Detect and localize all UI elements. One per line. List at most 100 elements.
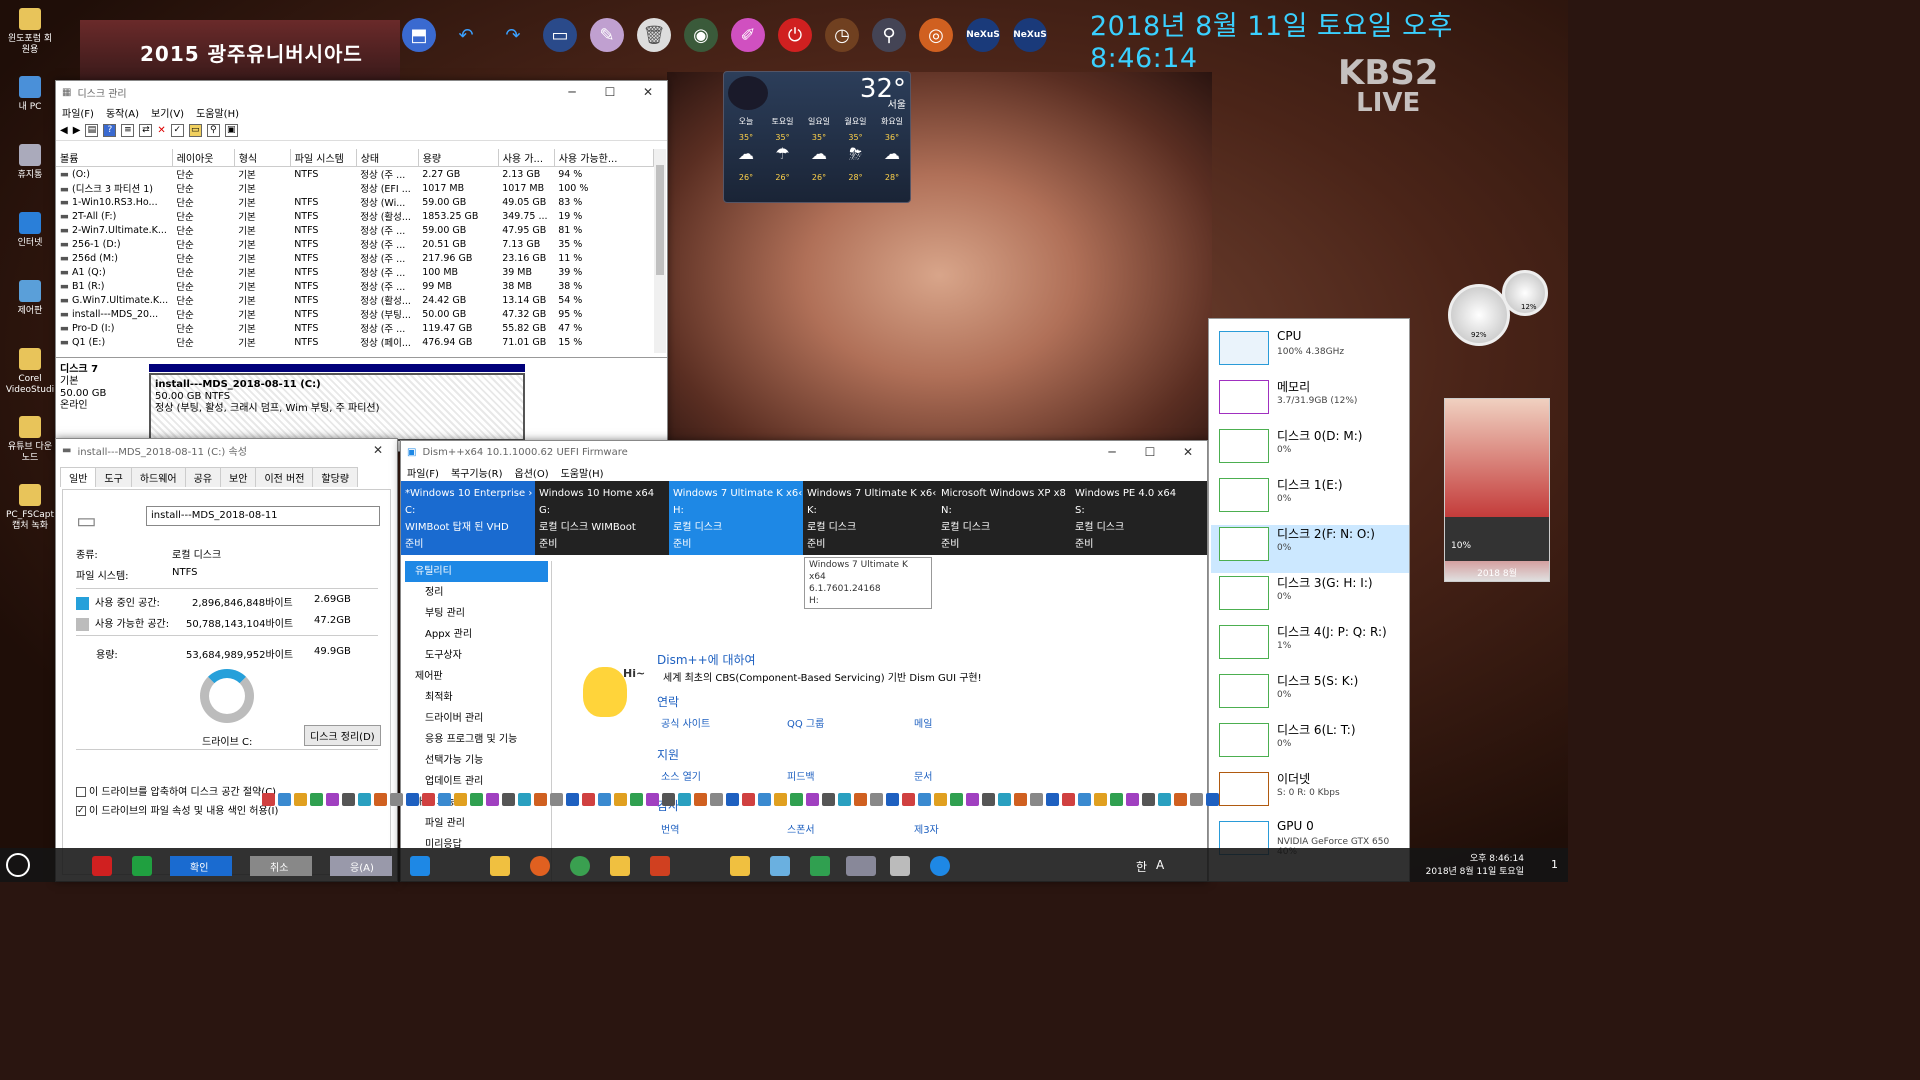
quick-launch-icon[interactable] — [982, 792, 995, 806]
quick-launch-icon[interactable] — [1062, 792, 1075, 806]
desktop-icon[interactable]: PC_FSCapt 캡처 녹화 — [4, 482, 56, 550]
volume-name-input[interactable]: install---MDS_2018-08-11 — [146, 506, 380, 526]
folder-icon[interactable]: ▭ — [188, 124, 202, 137]
quick-launch-icon[interactable] — [438, 792, 451, 806]
menu-item[interactable]: 파일(F) — [407, 465, 439, 480]
quick-launch-icon[interactable] — [262, 792, 275, 806]
explorer-icon[interactable] — [610, 856, 630, 876]
sidebar-item[interactable]: Appx 관리 — [405, 624, 548, 645]
vertical-scrollbar[interactable] — [654, 149, 666, 353]
sidebar-item[interactable]: 정리 — [405, 582, 548, 603]
apply-button[interactable]: 응(A) — [330, 856, 392, 876]
search-icon[interactable]: ⚲ — [206, 124, 220, 137]
sidebar-item[interactable]: 선택가능 기능 — [405, 750, 548, 771]
quick-launch-icon[interactable] — [406, 792, 419, 806]
quick-launch-icon[interactable] — [470, 792, 483, 806]
index-checkbox[interactable]: ✓ 이 드라이브의 파일 속성 및 내용 색인 허용(I) — [76, 802, 278, 817]
quick-launch-icon[interactable] — [1158, 792, 1171, 806]
tray-clock[interactable]: 오후 8:46:14 2018년 8월 11일 토요일 — [1426, 853, 1524, 879]
app-icon[interactable] — [890, 856, 910, 876]
quick-launch-icon[interactable] — [662, 792, 675, 806]
mem-gauge-gadget[interactable]: 12% — [1502, 270, 1548, 316]
column-header[interactable]: 레이아웃 — [172, 149, 235, 167]
quick-launch-icon[interactable] — [806, 792, 819, 806]
disk-cleanup-button[interactable]: 디스크 정리(D) — [304, 725, 381, 746]
official-site-link[interactable]: 공식 사이트 — [661, 715, 710, 730]
quick-launch-icon[interactable] — [742, 792, 755, 806]
maximize-button[interactable]: ☐ — [591, 85, 629, 99]
menu-item[interactable]: 보기(V) — [151, 105, 184, 120]
table-row[interactable]: ▬ (O:) 단순 기본 NTFS 정상 (주 ... 2.27 GB 2.13 GB 94 … — [56, 167, 654, 182]
chrome-icon[interactable] — [570, 856, 590, 876]
column-header[interactable]: 용량 — [418, 149, 499, 167]
column-header[interactable]: 사용 가능한... — [554, 149, 654, 167]
desktop-icon[interactable]: 유튜브 다운노드 — [4, 414, 56, 482]
check-icon[interactable]: ✓ — [170, 124, 184, 137]
quick-launch-icon[interactable] — [774, 792, 787, 806]
desktop-icon[interactable]: 인터넷 — [4, 210, 56, 278]
folder-icon[interactable] — [730, 856, 750, 876]
sidebar-item[interactable]: 최적화 — [405, 687, 548, 708]
menu-item[interactable]: 동작(A) — [106, 105, 139, 120]
usb-icon[interactable]: ⬒ — [402, 18, 436, 52]
cancel-button[interactable]: 취소 — [250, 856, 312, 876]
view-icon[interactable]: ▤ — [85, 124, 99, 137]
tab[interactable]: 도구 — [95, 467, 132, 487]
power-icon[interactable] — [92, 856, 112, 876]
menu-item[interactable]: 복구기능(R) — [451, 465, 503, 480]
table-row[interactable]: ▬ Q1 (E:) 단순 기본 NTFS 정상 (페이... 476.94 GB 71.01… — [56, 335, 654, 350]
quick-launch-icon[interactable] — [854, 792, 867, 806]
table-row[interactable]: ▬ (디스크 3 파티션 1) 단순 기본 정상 (EFI ... 1017 MB 101… — [56, 181, 654, 196]
image-tab[interactable]: Microsoft Windows XP x8 N: 로컬 디스크 준비 — [937, 481, 1071, 555]
quick-launch-icon[interactable] — [646, 792, 659, 806]
quick-launch-icon[interactable] — [838, 792, 851, 806]
mail-link[interactable]: 메일 — [914, 715, 932, 730]
search-icon[interactable]: ⚲ — [872, 18, 906, 52]
docs-link[interactable]: 문서 — [914, 768, 932, 783]
quick-launch-icon[interactable] — [726, 792, 739, 806]
feedback-link[interactable]: 피드백 — [787, 768, 815, 783]
quick-launch-icon[interactable] — [1174, 792, 1187, 806]
connect-icon[interactable]: ⇄ — [139, 124, 153, 137]
disk7-info[interactable]: 디스크 7 기본 50.00 GB 온라인 — [60, 364, 106, 412]
redo-icon[interactable]: ↷ — [496, 18, 530, 52]
quick-launch-icon[interactable] — [1094, 792, 1107, 806]
quick-launch-icon[interactable] — [1014, 792, 1027, 806]
perf-item[interactable]: 디스크 5(S: K:) 0% — [1219, 672, 1409, 720]
quick-launch-icon[interactable] — [1126, 792, 1139, 806]
refresh-icon[interactable] — [132, 856, 152, 876]
tab[interactable]: 하드웨어 — [130, 467, 186, 487]
sidebar-item[interactable]: 파일 관리 — [405, 813, 548, 834]
tab[interactable]: 이전 버전 — [255, 467, 314, 487]
quick-launch-icon[interactable] — [374, 792, 387, 806]
delete-icon[interactable]: ✕ — [157, 125, 165, 136]
quick-launch-icon[interactable] — [566, 792, 579, 806]
table-row[interactable]: ▬ B1 (R:) 단순 기본 NTFS 정상 (주 ... 99 MB 38 MB 38 % — [56, 279, 654, 294]
forward-icon[interactable]: ▶ — [73, 125, 81, 136]
quick-launch-icon[interactable] — [454, 792, 467, 806]
close-button[interactable]: ✕ — [629, 85, 667, 99]
sidebar-heading[interactable]: 유틸리티 — [405, 561, 548, 582]
brush-icon[interactable]: ✎ — [590, 18, 624, 52]
tab[interactable]: 일반 — [60, 467, 97, 487]
start-button[interactable] — [6, 853, 30, 877]
table-row[interactable]: ▬ install---MDS_20... 단순 기본 NTFS 정상 (부팅... 50… — [56, 307, 654, 322]
firefox-icon[interactable] — [530, 856, 550, 876]
quick-launch-icon[interactable] — [790, 792, 803, 806]
monitor-icon[interactable]: ▭ — [543, 18, 577, 52]
perf-item[interactable]: 디스크 0(D: M:) 0% — [1219, 427, 1409, 475]
qq-group-link[interactable]: QQ 그룹 — [787, 715, 824, 730]
sidebar-item[interactable]: 응용 프로그램 및 기능 — [405, 729, 548, 750]
trash-icon[interactable]: 🗑 — [637, 18, 671, 52]
properties-icon[interactable]: ▣ — [224, 124, 238, 137]
image-tab[interactable]: Windows 7 Ultimate K x6‹ K: 로컬 디스크 준비 — [803, 481, 937, 555]
list-icon[interactable]: ≡ — [121, 124, 135, 137]
quick-launch-icon[interactable] — [294, 792, 307, 806]
menu-item[interactable]: 옵션(O) — [515, 465, 549, 480]
quick-launch-icon[interactable] — [614, 792, 627, 806]
menu-item[interactable]: 도움말(H) — [196, 105, 239, 120]
quick-launch-icon[interactable] — [1190, 792, 1203, 806]
perf-item[interactable]: 메모리 3.7/31.9GB (12%) — [1219, 378, 1409, 426]
table-row[interactable]: ▬ Pro-D (I:) 단순 기본 NTFS 정상 (주 ... 119.47 GB 55… — [56, 321, 654, 336]
notification-badge[interactable]: 1 — [1551, 858, 1558, 871]
